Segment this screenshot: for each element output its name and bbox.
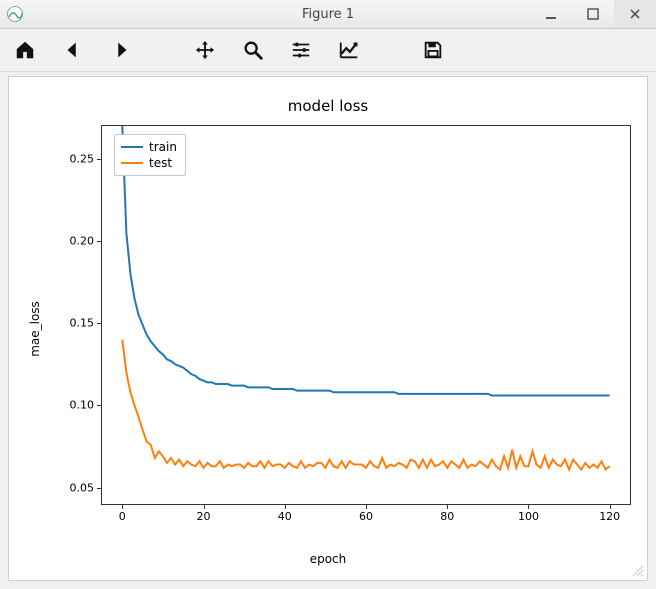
x-tick: 100: [518, 504, 539, 523]
y-tick: 0.20: [70, 235, 103, 248]
legend-label-train: train: [149, 139, 177, 155]
titlebar: Figure 1: [0, 0, 656, 29]
x-tick: 20: [197, 504, 211, 523]
y-tick: 0.10: [70, 399, 103, 412]
axes-area: train test 0204060801001200.050.100.150.…: [101, 125, 631, 505]
window-title: Figure 1: [302, 7, 354, 22]
y-axis-label: mae_loss: [27, 77, 43, 580]
zoom-button[interactable]: [238, 35, 268, 65]
subplots-button[interactable]: [286, 35, 316, 65]
save-button[interactable]: [418, 35, 448, 65]
legend: train test: [114, 134, 186, 176]
figure-window: Figure 1 model loss mae_loss epoch train…: [0, 0, 656, 589]
y-tick: 0.25: [70, 152, 103, 165]
x-axis-label: epoch: [9, 552, 647, 566]
legend-label-test: test: [149, 155, 172, 171]
window-buttons: [530, 0, 656, 28]
toolbar: [0, 29, 656, 72]
home-button[interactable]: [10, 35, 40, 65]
close-button[interactable]: [614, 0, 656, 28]
x-tick: 60: [359, 504, 373, 523]
x-tick: 0: [119, 504, 126, 523]
y-tick: 0.05: [70, 481, 103, 494]
minimize-button[interactable]: [530, 0, 572, 28]
chart-title: model loss: [9, 97, 647, 115]
x-tick: 120: [599, 504, 620, 523]
legend-swatch-test: [121, 162, 143, 164]
legend-swatch-train: [121, 146, 143, 148]
app-icon: [6, 5, 24, 23]
pan-button[interactable]: [190, 35, 220, 65]
x-tick: 80: [440, 504, 454, 523]
y-tick: 0.15: [70, 317, 103, 330]
plot-lines: [102, 126, 630, 504]
forward-button[interactable]: [106, 35, 136, 65]
resize-grip-icon[interactable]: [631, 564, 645, 578]
edit-axes-button[interactable]: [334, 35, 364, 65]
plot-canvas[interactable]: model loss mae_loss epoch train test 020…: [8, 76, 648, 581]
maximize-button[interactable]: [572, 0, 614, 28]
x-tick: 40: [278, 504, 292, 523]
back-button[interactable]: [58, 35, 88, 65]
